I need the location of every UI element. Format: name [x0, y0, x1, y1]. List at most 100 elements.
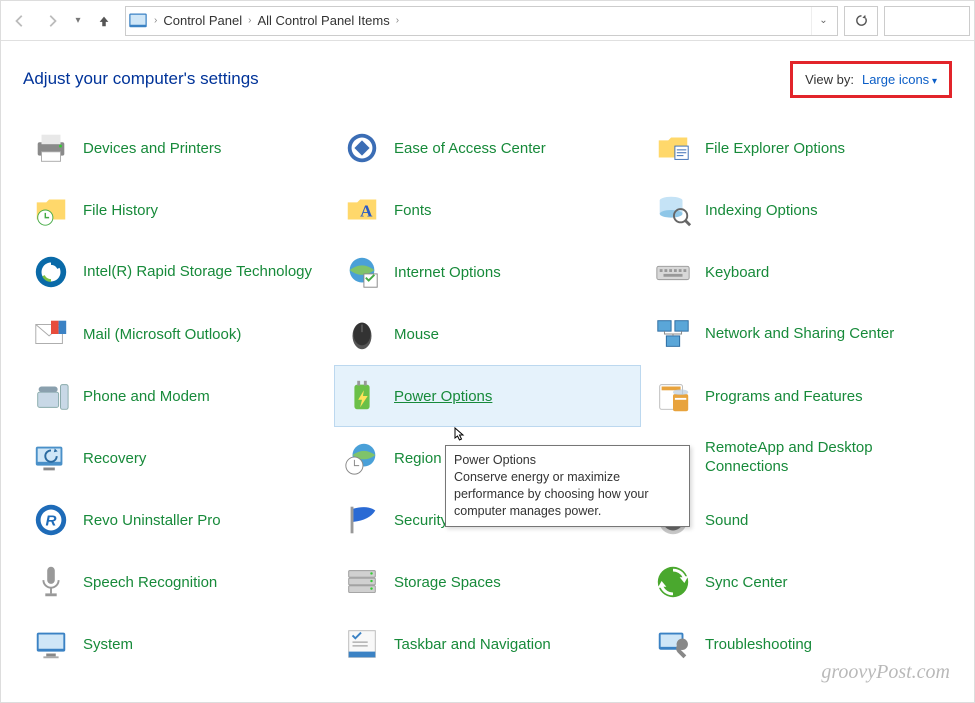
address-chevron-down-icon[interactable]: ⌄ [811, 7, 835, 35]
item-label: RemoteApp and Desktop Connections [705, 439, 935, 477]
folder-options-icon [653, 128, 693, 168]
sync-icon [653, 562, 693, 602]
cp-item-revo[interactable]: R Revo Uninstaller Pro [23, 489, 330, 551]
cp-item-indexing[interactable]: Indexing Options [645, 179, 952, 241]
chevron-right-icon: › [394, 15, 401, 26]
recent-dropdown[interactable]: ▾ [69, 6, 87, 36]
chevron-right-icon: › [152, 15, 159, 26]
cp-item-internet[interactable]: Internet Options [334, 241, 641, 303]
ease-icon [342, 128, 382, 168]
troubleshoot-icon [653, 624, 693, 664]
svg-text:A: A [360, 202, 373, 221]
item-label: Intel(R) Rapid Storage Technology [83, 263, 312, 282]
item-label: Programs and Features [705, 388, 863, 405]
cp-item-intel[interactable]: Intel(R) Rapid Storage Technology [23, 241, 330, 303]
file-history-icon [31, 190, 71, 230]
cp-item-storage[interactable]: Storage Spaces [334, 551, 641, 613]
security-icon [342, 500, 382, 540]
cp-item-printer[interactable]: Devices and Printers [23, 117, 330, 179]
control-panel-icon [128, 11, 148, 31]
cp-item-network[interactable]: Network and Sharing Center [645, 303, 952, 365]
tooltip-title: Power Options [454, 452, 681, 469]
item-label: Phone and Modem [83, 388, 210, 405]
indexing-icon [653, 190, 693, 230]
cp-item-mouse[interactable]: Mouse [334, 303, 641, 365]
storage-icon [342, 562, 382, 602]
item-label: Recovery [83, 450, 146, 467]
cp-item-power[interactable]: Power Options [334, 365, 641, 427]
item-label: Region [394, 450, 442, 467]
view-by-selector[interactable]: View by: Large icons [790, 61, 952, 98]
view-by-label: View by: [805, 72, 854, 87]
network-icon [653, 314, 693, 354]
view-by-value[interactable]: Large icons [862, 72, 937, 87]
cp-item-fonts[interactable]: A Fonts [334, 179, 641, 241]
address-bar[interactable]: › Control Panel › All Control Panel Item… [125, 6, 838, 36]
item-label: Sync Center [705, 574, 788, 591]
tooltip: Power Options Conserve energy or maximiz… [445, 445, 690, 527]
item-label: File History [83, 202, 158, 219]
up-button[interactable] [89, 6, 119, 36]
navigation-bar: ▾ › Control Panel › All Control Panel It… [1, 1, 974, 41]
intel-icon [31, 252, 71, 292]
programs-icon [653, 376, 693, 416]
cp-item-sound[interactable]: Sound [645, 489, 952, 551]
cursor-pointer-icon [449, 426, 467, 453]
system-icon [31, 624, 71, 664]
speech-icon [31, 562, 71, 602]
cp-item-phone[interactable]: Phone and Modem [23, 365, 330, 427]
cp-item-file-history[interactable]: File History [23, 179, 330, 241]
recovery-icon [31, 438, 71, 478]
item-label: Ease of Access Center [394, 140, 546, 157]
taskbar-icon [342, 624, 382, 664]
item-label: Fonts [394, 202, 432, 219]
item-label: Speech Recognition [83, 574, 217, 591]
breadcrumb[interactable]: Control Panel [159, 13, 246, 28]
items-grid: Devices and Printers Ease of Access Cente… [1, 99, 974, 675]
forward-button[interactable] [37, 6, 67, 36]
cp-item-keyboard[interactable]: Keyboard [645, 241, 952, 303]
item-label: Internet Options [394, 264, 501, 281]
item-label: Mouse [394, 326, 439, 343]
item-label: Indexing Options [705, 202, 818, 219]
cp-item-remoteapp[interactable]: RemoteApp and Desktop Connections [645, 427, 952, 489]
region-icon [342, 438, 382, 478]
keyboard-icon [653, 252, 693, 292]
breadcrumb[interactable]: All Control Panel Items [253, 13, 393, 28]
mouse-icon [342, 314, 382, 354]
item-label: Keyboard [705, 264, 769, 281]
item-label: Mail (Microsoft Outlook) [83, 326, 241, 343]
tooltip-body: Conserve energy or maximize performance … [454, 469, 681, 520]
revo-icon: R [31, 500, 71, 540]
cp-item-folder-options[interactable]: File Explorer Options [645, 117, 952, 179]
phone-icon [31, 376, 71, 416]
printer-icon [31, 128, 71, 168]
item-label: Network and Sharing Center [705, 325, 894, 344]
svg-text:R: R [46, 513, 57, 530]
item-label: Revo Uninstaller Pro [83, 512, 221, 529]
item-label: Taskbar and Navigation [394, 636, 551, 653]
page-title: Adjust your computer's settings [23, 69, 259, 89]
chevron-right-icon: › [246, 15, 253, 26]
cp-item-taskbar[interactable]: Taskbar and Navigation [334, 613, 641, 675]
item-label: Sound [705, 512, 748, 529]
search-input[interactable] [884, 6, 970, 36]
internet-icon [342, 252, 382, 292]
cp-item-recovery[interactable]: Recovery [23, 427, 330, 489]
cp-item-mail[interactable]: Mail (Microsoft Outlook) [23, 303, 330, 365]
cp-item-ease[interactable]: Ease of Access Center [334, 117, 641, 179]
cp-item-troubleshoot[interactable]: Troubleshooting [645, 613, 952, 675]
item-label: Troubleshooting [705, 636, 812, 653]
item-label: Storage Spaces [394, 574, 501, 591]
refresh-button[interactable] [844, 6, 878, 36]
item-label: System [83, 636, 133, 653]
cp-item-sync[interactable]: Sync Center [645, 551, 952, 613]
item-label: File Explorer Options [705, 140, 845, 157]
cp-item-speech[interactable]: Speech Recognition [23, 551, 330, 613]
cp-item-programs[interactable]: Programs and Features [645, 365, 952, 427]
mail-icon [31, 314, 71, 354]
power-icon [342, 376, 382, 416]
back-button[interactable] [5, 6, 35, 36]
header: Adjust your computer's settings View by:… [1, 41, 974, 99]
cp-item-system[interactable]: System [23, 613, 330, 675]
